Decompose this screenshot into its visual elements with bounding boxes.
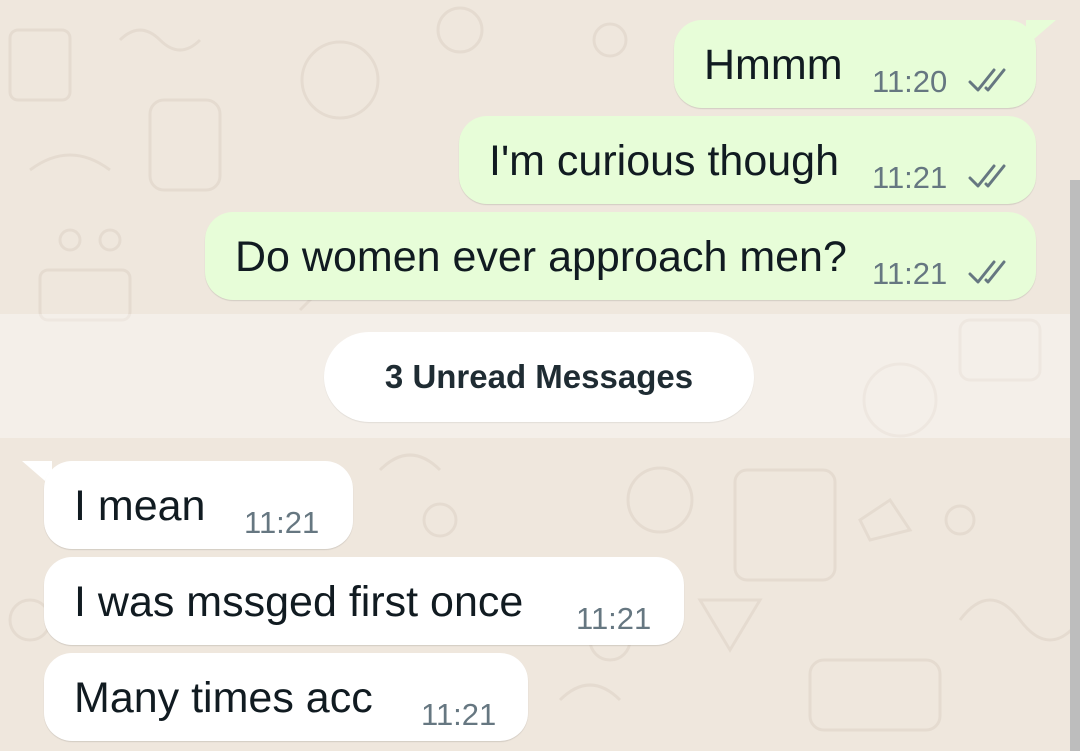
message-timestamp: 11:21: [421, 697, 497, 732]
bubble-tail: [1026, 20, 1056, 46]
outgoing-message[interactable]: I'm curious though 11:21: [459, 116, 1036, 204]
message-text: I mean: [74, 482, 206, 530]
message-timestamp: 11:21: [872, 256, 948, 291]
message-timestamp: 11:21: [576, 601, 652, 636]
double-check-icon: [968, 68, 1006, 92]
message-timestamp: 11:20: [872, 64, 948, 99]
incoming-message[interactable]: I was mssged first once 11:21: [44, 557, 684, 645]
message-text: I'm curious though: [489, 137, 840, 185]
message-text: Many times acc: [74, 674, 373, 722]
outgoing-message[interactable]: Do women ever approach men? 11:21: [205, 212, 1036, 300]
message-timestamp: 11:21: [244, 505, 320, 540]
message-text: Hmmm: [704, 41, 843, 89]
incoming-message[interactable]: I mean 11:21: [44, 461, 353, 549]
unread-messages-divider: 3 Unread Messages: [324, 332, 754, 422]
outgoing-message[interactable]: Hmmm 11:20: [674, 20, 1036, 108]
chat-scrollbar[interactable]: [1070, 180, 1080, 751]
message-text: Do women ever approach men?: [235, 233, 847, 281]
incoming-message[interactable]: Many times acc 11:21: [44, 653, 528, 741]
double-check-icon: [968, 260, 1006, 284]
double-check-icon: [968, 164, 1006, 188]
message-timestamp: 11:21: [872, 160, 948, 195]
message-text: I was mssged first once: [74, 578, 524, 626]
unread-messages-label: 3 Unread Messages: [384, 358, 694, 395]
